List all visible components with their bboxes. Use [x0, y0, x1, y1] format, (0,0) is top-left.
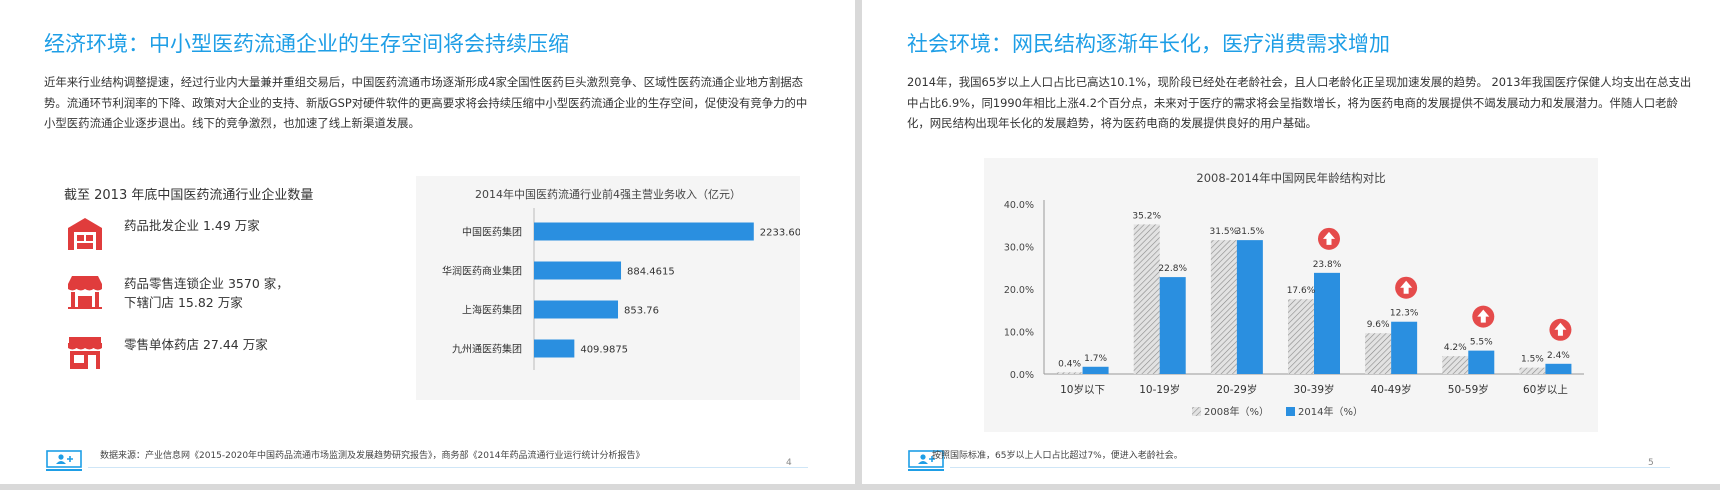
bar-2008 — [1365, 333, 1392, 374]
category-label: 上海医药集团 — [462, 304, 522, 317]
bar-2008 — [1133, 224, 1160, 374]
y-tick-label: 10.0% — [1004, 328, 1034, 339]
category-label: 中国医药集团 — [462, 226, 522, 239]
data-source-note: 数据来源：产业信息网《2015-2020年中国药品流通市场监测及发展趋势研究报告… — [100, 451, 645, 461]
warehouse-icon — [68, 218, 102, 250]
x-tick-label: 50-59岁 — [1448, 383, 1489, 396]
value-label: 409.9875 — [580, 345, 628, 356]
bar-2014 — [1082, 366, 1109, 374]
stat-retail-chain-subtext: 下辖门店 15.82 万家 — [124, 295, 243, 310]
stats-heading: 截至 2013 年底中国医药流通行业企业数量 — [64, 188, 314, 203]
bar — [534, 339, 575, 358]
stat-wholesale: 药品批发企业 1.49 万家 — [66, 216, 260, 252]
x-tick-label: 40-49岁 — [1371, 383, 1412, 396]
x-tick-label: 20-29岁 — [1216, 383, 1257, 396]
bar-2014 — [1468, 350, 1495, 374]
stat-retail-chain-text: 药品零售连锁企业 3570 家， — [124, 276, 289, 291]
y-tick-label: 30.0% — [1004, 243, 1034, 254]
y-tick-label: 40.0% — [1004, 200, 1034, 211]
bar-2014 — [1545, 363, 1572, 374]
footer-monitor-icon — [46, 450, 82, 471]
revenue-chart-panel: 2014年中国医药流通行业前4强主营业务收入（亿元） 中国医药集团 2233.60… — [416, 176, 814, 400]
value-label-2014: 31.5% — [1236, 227, 1265, 237]
age-chart-panel: 2008-2014年中国网民年龄结构对比 0.0% 10.0% 20.0% 30.0%… — [984, 158, 1598, 432]
value-label-2008: 17.6% — [1287, 286, 1316, 296]
x-tick-label: 30-39岁 — [1293, 383, 1334, 396]
legend-label-2008: 2008年（%） — [1204, 405, 1269, 418]
bar — [534, 300, 619, 319]
slide-economic-environment: 经济环境：中小型医药流通企业的生存空间将会持续压缩 近年来行业结构调整提速，经过… — [0, 0, 855, 484]
intro-paragraph: 近年来行业结构调整提速，经过行业内大量兼并重组交易后，中国医药流通市场逐渐形成4… — [44, 75, 808, 130]
bar-2014 — [1314, 272, 1340, 374]
legend-swatch-2014 — [1286, 407, 1295, 416]
legend-swatch-2008 — [1192, 407, 1201, 416]
value-label-2014: 5.5% — [1470, 338, 1493, 348]
page-title: 社会环境：网民结构逐渐年长化，医疗消费需求增加 — [907, 32, 1390, 56]
category-label: 九州通医药集团 — [452, 343, 522, 356]
value-label: 884.4615 — [627, 267, 675, 278]
y-tick-label: 0.0% — [1010, 370, 1034, 381]
value-label-2014: 23.8% — [1313, 260, 1342, 270]
x-tick-label: 60岁以上 — [1523, 383, 1568, 396]
age-structure-bar-chart: 2008-2014年中国网民年龄结构对比 0.0% 10.0% 20.0% 30.0%… — [1004, 171, 1584, 418]
x-tick-label: 10岁以下 — [1060, 383, 1105, 396]
pharmacy-chain-icon — [68, 276, 102, 309]
bar-2008 — [1519, 367, 1546, 374]
value-label-2008: 31.5% — [1210, 227, 1239, 237]
value-label: 853.76 — [624, 306, 659, 317]
page-title: 经济环境：中小型医药流通企业的生存空间将会持续压缩 — [44, 32, 569, 56]
value-label-2014: 1.7% — [1084, 354, 1107, 364]
bar-2008 — [1210, 240, 1237, 374]
value-label: 2233.6047 — [760, 228, 800, 239]
bar — [534, 222, 754, 241]
revenue-bar-chart: 2014年中国医药流通行业前4强主营业务收入（亿元） 中国医药集团 2233.60… — [442, 187, 814, 370]
value-label-2008: 0.4% — [1058, 359, 1081, 369]
value-label-2008: 35.2% — [1132, 211, 1161, 221]
stat-wholesale-text: 药品批发企业 1.49 万家 — [124, 218, 260, 233]
value-label-2014: 22.8% — [1158, 264, 1187, 274]
value-label-2008: 4.2% — [1444, 343, 1467, 353]
y-tick-label: 20.0% — [1004, 285, 1034, 296]
stat-retail-chain: 药品零售连锁企业 3570 家， 下辖门店 15.82 万家 — [66, 274, 289, 312]
value-label-2014: 12.3% — [1390, 309, 1419, 319]
bar — [534, 261, 622, 280]
bar-2008 — [1288, 299, 1314, 374]
value-label-2008: 9.6% — [1367, 320, 1390, 330]
intro-paragraph: 2014年，我国65岁以上人口占比已高达10.1%，现阶段已经处在老龄社会，且人… — [907, 75, 1692, 130]
stat-single-store-text: 零售单体药店 27.44 万家 — [124, 337, 268, 352]
storefront-icon — [68, 337, 102, 369]
bar-2014 — [1391, 321, 1418, 374]
chart-title: 2008-2014年中国网民年龄结构对比 — [1196, 171, 1385, 185]
stat-single-store: 零售单体药店 27.44 万家 — [66, 335, 268, 371]
bar-2008 — [1442, 356, 1469, 374]
x-tick-label: 10-19岁 — [1139, 383, 1180, 396]
legend-label-2014: 2014年（%） — [1298, 405, 1363, 418]
value-label-2008: 1.5% — [1521, 355, 1544, 365]
category-label: 华润医药商业集团 — [442, 265, 522, 278]
chart-title: 2014年中国医药流通行业前4强主营业务收入（亿元） — [475, 187, 741, 201]
value-label-2014: 2.4% — [1547, 351, 1570, 361]
bar-2008 — [1056, 372, 1083, 374]
standard-note: 按照国际标准，65岁以上人口占比超过7%，便进入老龄社会。 — [932, 451, 1183, 461]
slide-social-environment: 社会环境：网民结构逐渐年长化，医疗消费需求增加 2014年，我国65岁以上人口占… — [862, 0, 1720, 484]
bar-2014 — [1159, 277, 1186, 374]
footer-divider — [88, 467, 808, 468]
bar-2014 — [1236, 240, 1263, 374]
footer-divider — [950, 467, 1670, 468]
